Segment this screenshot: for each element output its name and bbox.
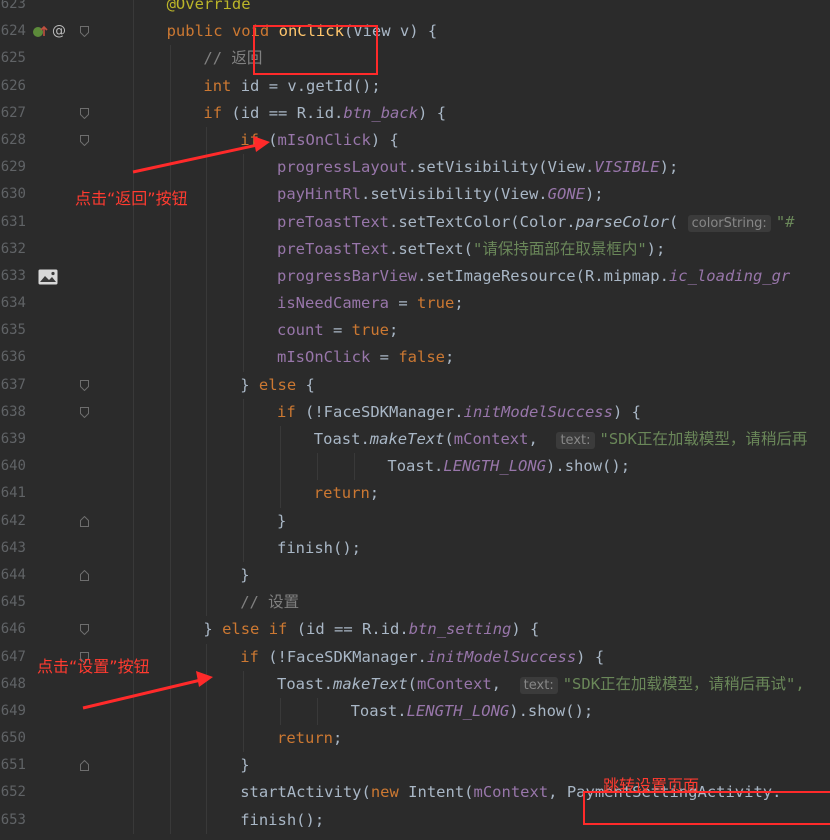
setting-arrow-head (196, 671, 213, 687)
setting-button-label: 点击“设置”按钮 (37, 657, 150, 676)
annotation-arrows (82, 136, 270, 710)
back-arrow (132, 142, 263, 174)
back-arrow-head (253, 136, 270, 152)
back-button-label: 点击“返回”按钮 (75, 189, 188, 208)
setting-arrow (82, 677, 206, 710)
jump-setting-label: 跳转设置页面 (603, 776, 700, 795)
